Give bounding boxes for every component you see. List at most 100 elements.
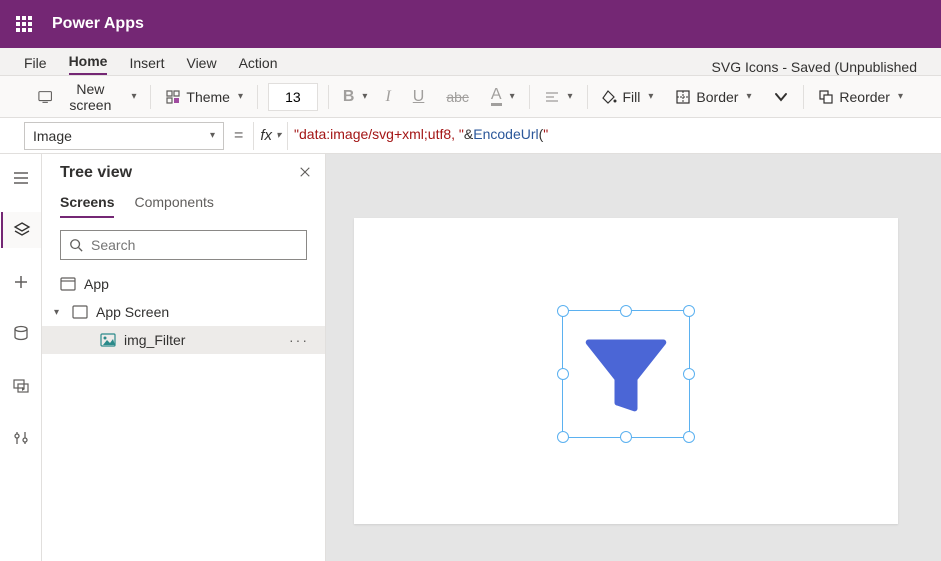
- fill-button[interactable]: Fill ▾: [597, 85, 657, 109]
- hamburger-icon: [12, 169, 30, 187]
- handle-bottom-left[interactable]: [557, 431, 569, 443]
- chevron-down-icon: ▾: [648, 91, 653, 102]
- sliders-icon: [12, 429, 30, 447]
- chevron-down-icon: ▾: [898, 91, 903, 102]
- chevron-down-icon: ▾: [210, 130, 215, 141]
- media-rail-button[interactable]: [1, 368, 41, 404]
- toolbar: New screen ▾ Theme ▾ B▾ I U abc A▾ ▾ Fil…: [0, 76, 941, 118]
- menu-bar: File Home Insert View Action SVG Icons -…: [0, 48, 941, 76]
- formula-input[interactable]: "data:image/svg+xml;utf8, "&EncodeUrl(": [288, 121, 941, 150]
- data-rail-button[interactable]: [1, 316, 41, 352]
- close-button[interactable]: [299, 165, 311, 181]
- underline-button[interactable]: U: [409, 84, 429, 110]
- hamburger-button[interactable]: [1, 160, 41, 196]
- chevron-down-icon: ▾: [510, 91, 515, 102]
- canvas-screen[interactable]: [354, 218, 898, 524]
- chevron-down-icon: ▾: [131, 91, 136, 102]
- more-button[interactable]: ···: [289, 332, 315, 348]
- fill-label: Fill: [622, 89, 640, 105]
- theme-icon: [165, 89, 181, 105]
- bold-button[interactable]: B▾: [339, 84, 372, 110]
- app-title: Power Apps: [52, 15, 144, 33]
- menu-file[interactable]: File: [24, 51, 47, 75]
- tree-tabs: Screens Components: [42, 188, 325, 218]
- strikethrough-button[interactable]: abc: [442, 85, 473, 109]
- tree-node-app[interactable]: App: [42, 270, 325, 298]
- border-label: Border: [696, 89, 738, 105]
- media-icon: [12, 377, 30, 395]
- tree-title: Tree view: [60, 164, 132, 182]
- formula-bar: Image ▾ = fx▾ "data:image/svg+xml;utf8, …: [0, 118, 941, 154]
- align-button[interactable]: ▾: [540, 85, 577, 109]
- chevron-down-bold-icon: [773, 89, 789, 105]
- insert-rail-button[interactable]: [1, 264, 41, 300]
- handle-top-left[interactable]: [557, 305, 569, 317]
- theme-button[interactable]: Theme ▾: [161, 85, 247, 109]
- handle-bottom-right[interactable]: [683, 431, 695, 443]
- plus-icon: [12, 273, 30, 291]
- reorder-label: Reorder: [839, 89, 890, 105]
- equals-sign: =: [234, 127, 243, 145]
- app-header: Power Apps: [0, 0, 941, 48]
- handle-top-right[interactable]: [683, 305, 695, 317]
- chevron-down-icon: ▾: [568, 91, 573, 102]
- font-size-input[interactable]: [268, 83, 318, 111]
- settings-rail-button[interactable]: [1, 420, 41, 456]
- tree-node-label: App Screen: [96, 304, 169, 320]
- theme-label: Theme: [186, 89, 230, 105]
- handle-middle-left[interactable]: [557, 368, 569, 380]
- handle-top-middle[interactable]: [620, 305, 632, 317]
- fx-button[interactable]: fx▾: [254, 127, 287, 144]
- menu-action[interactable]: Action: [239, 51, 278, 75]
- waffle-icon[interactable]: [8, 8, 40, 40]
- new-screen-button[interactable]: New screen ▾: [34, 77, 140, 117]
- menu-view[interactable]: View: [186, 51, 216, 75]
- menu-home[interactable]: Home: [69, 49, 108, 75]
- canvas-area[interactable]: [326, 154, 941, 561]
- close-icon: [299, 166, 311, 178]
- screen-icon: [72, 305, 88, 319]
- tab-components[interactable]: Components: [134, 194, 213, 218]
- filter-icon: [580, 328, 672, 420]
- tree-node-label: img_Filter: [124, 332, 185, 348]
- tree-node-label: App: [84, 276, 109, 292]
- chevron-down-icon: ▾: [362, 91, 367, 102]
- left-rail: [0, 154, 42, 561]
- paint-bucket-icon: [601, 89, 617, 105]
- property-dropdown-value: Image: [33, 128, 72, 144]
- screen-icon: [38, 89, 52, 105]
- reorder-icon: [818, 89, 834, 105]
- align-icon: [544, 89, 560, 105]
- search-input[interactable]: [91, 237, 298, 253]
- tree-view-panel: Tree view Screens Components App ▾ App S…: [42, 154, 326, 561]
- tab-screens[interactable]: Screens: [60, 194, 114, 218]
- tree-node-img-filter[interactable]: img_Filter ···: [42, 326, 325, 354]
- font-color-button[interactable]: A▾: [487, 83, 519, 110]
- chevron-down-icon: ▾: [54, 307, 64, 318]
- layers-icon: [13, 221, 31, 239]
- tree-view-rail-button[interactable]: [1, 212, 41, 248]
- border-icon: [675, 89, 691, 105]
- selection-box[interactable]: [562, 310, 690, 438]
- database-icon: [12, 325, 30, 343]
- expand-chevron-button[interactable]: [769, 85, 793, 109]
- menu-insert[interactable]: Insert: [129, 51, 164, 75]
- italic-button[interactable]: I: [381, 84, 394, 110]
- property-dropdown[interactable]: Image ▾: [24, 122, 224, 150]
- new-screen-label: New screen: [57, 81, 123, 113]
- tree-search[interactable]: [60, 230, 307, 260]
- reorder-button[interactable]: Reorder ▾: [814, 85, 907, 109]
- file-status: SVG Icons - Saved (Unpublished: [712, 59, 917, 75]
- main-area: Tree view Screens Components App ▾ App S…: [0, 154, 941, 561]
- img-filter-control[interactable]: [563, 311, 689, 437]
- app-icon: [60, 277, 76, 291]
- border-button[interactable]: Border ▾: [671, 85, 755, 109]
- handle-middle-right[interactable]: [683, 368, 695, 380]
- chevron-down-icon: ▾: [276, 130, 281, 141]
- tree-node-app-screen[interactable]: ▾ App Screen: [42, 298, 325, 326]
- chevron-down-icon: ▾: [746, 91, 751, 102]
- handle-bottom-middle[interactable]: [620, 431, 632, 443]
- image-icon: [100, 333, 116, 347]
- search-icon: [69, 238, 83, 252]
- tree-list: App ▾ App Screen img_Filter ···: [42, 270, 325, 561]
